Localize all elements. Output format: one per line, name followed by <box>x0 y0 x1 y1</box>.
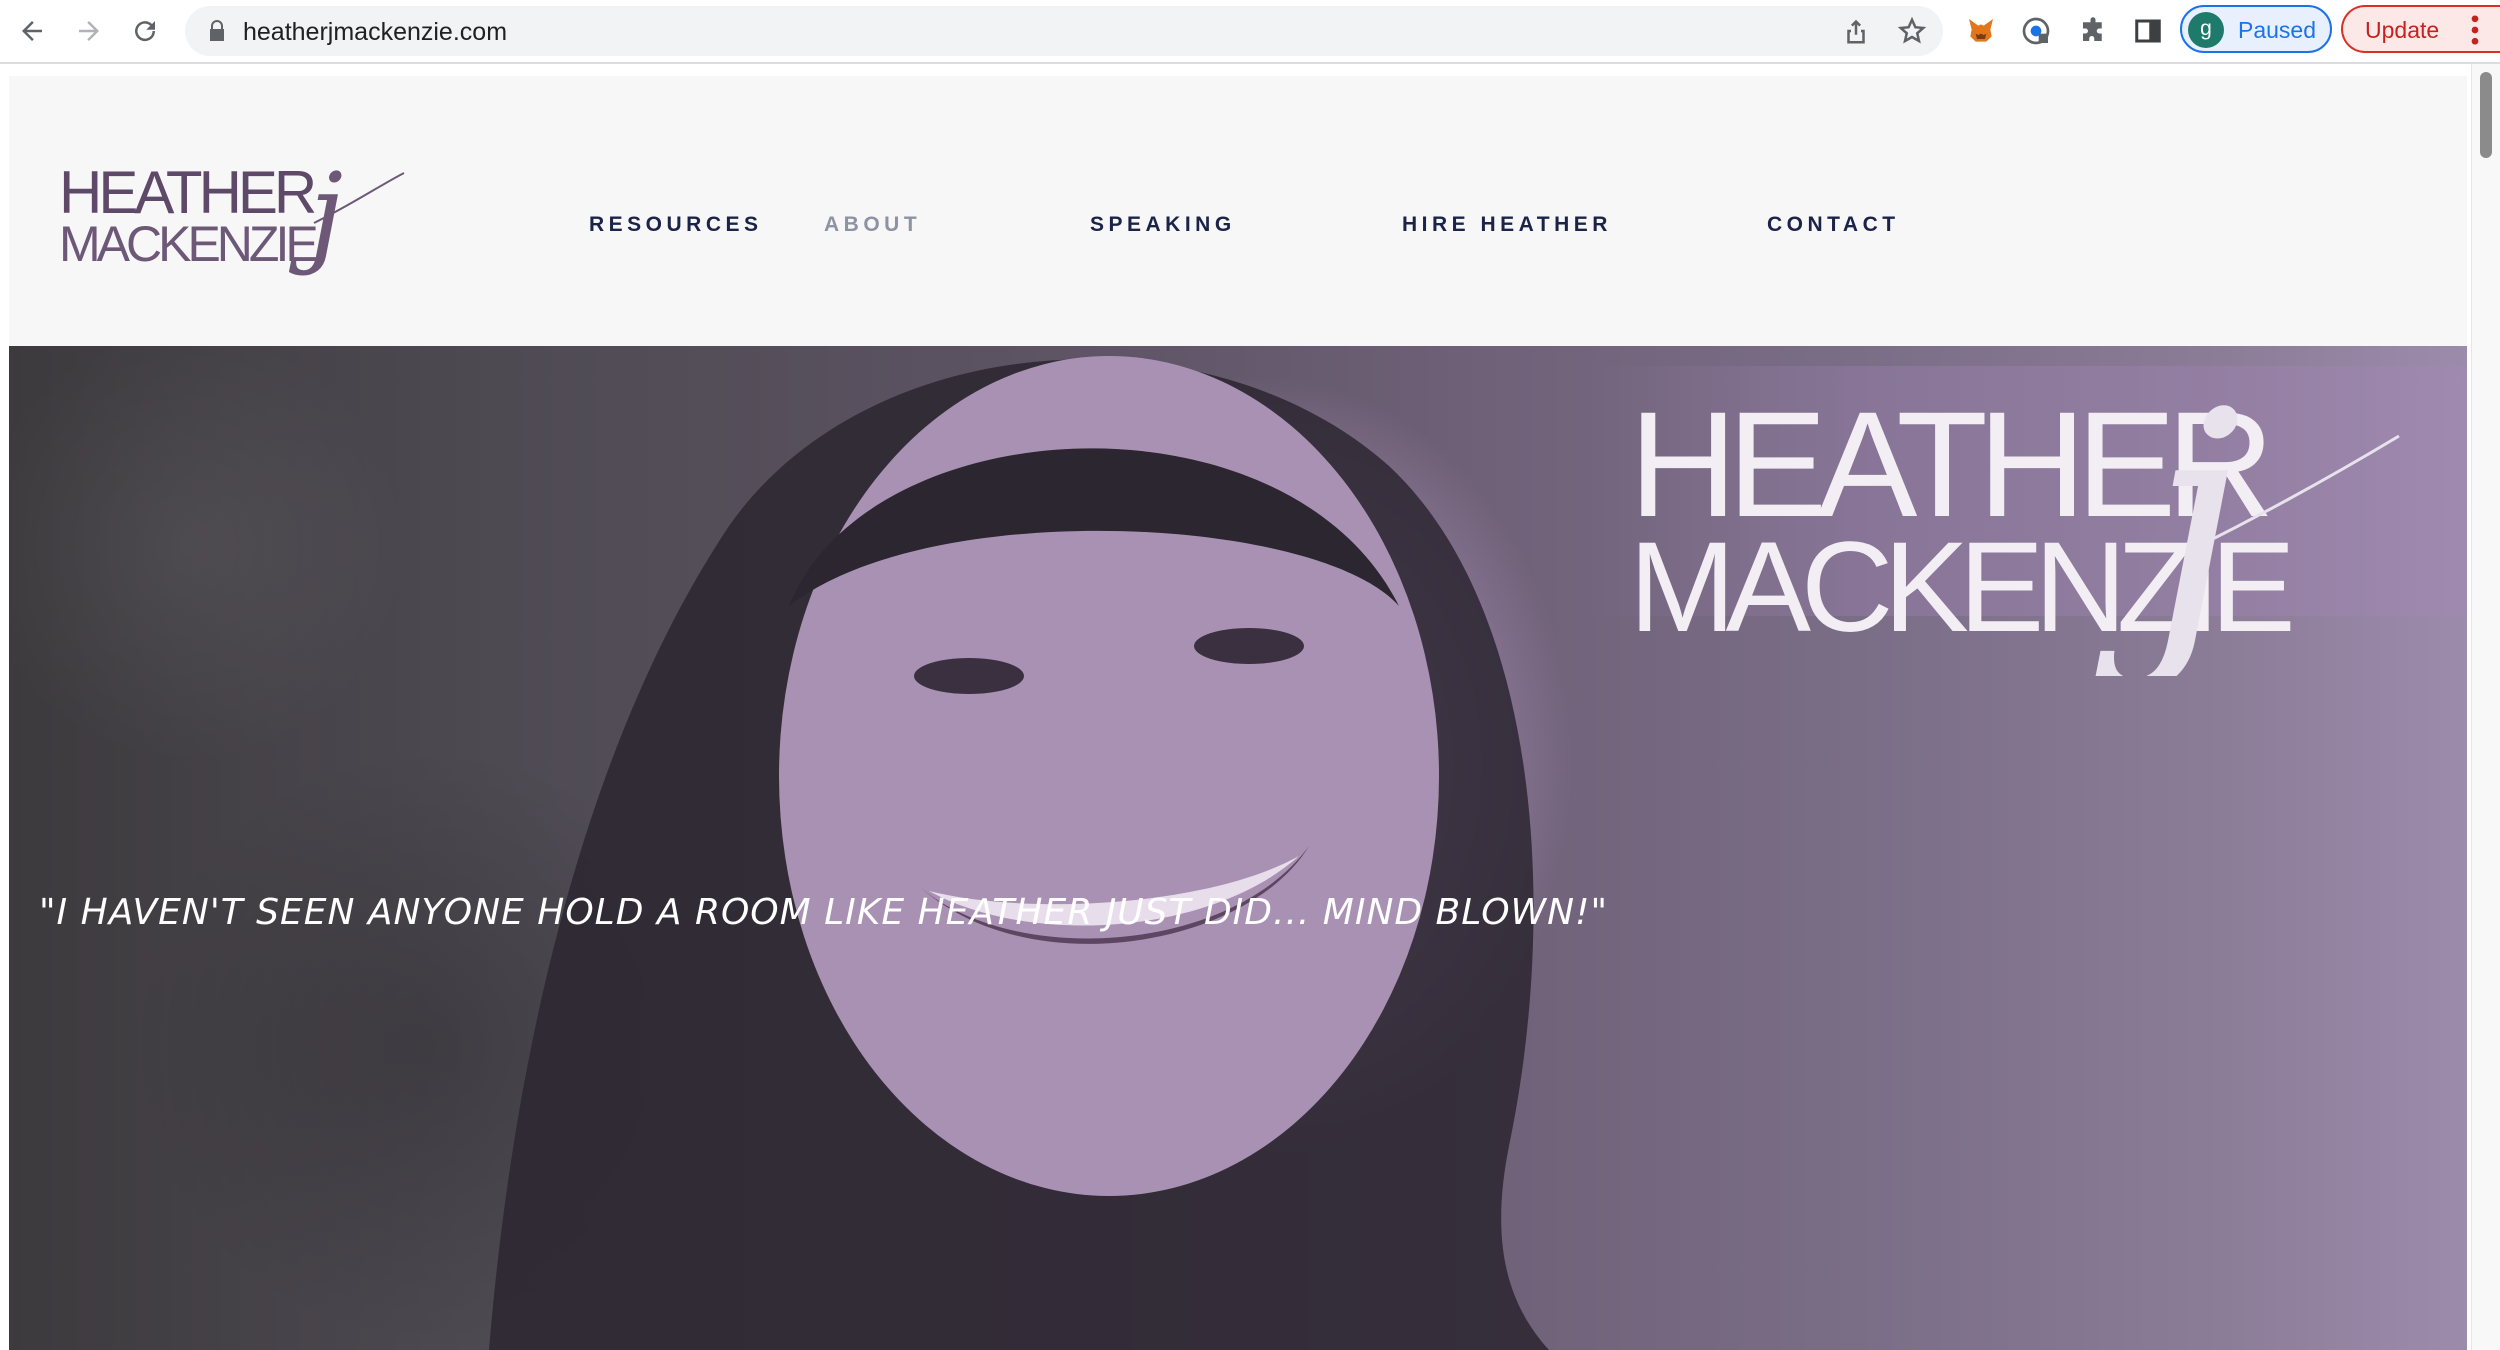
side-panel-icon[interactable] <box>2131 14 2165 48</box>
star-icon[interactable] <box>1897 16 1927 46</box>
profile-paused-button[interactable]: g Paused <box>2180 5 2332 53</box>
hero-logo: HEATHER MACKENZIE j <box>1629 348 2400 676</box>
update-label: Update <box>2365 17 2440 43</box>
address-bar[interactable]: heatherjmackenzie.com <box>185 6 1943 56</box>
back-button[interactable] <box>10 9 54 53</box>
forward-button[interactable] <box>67 9 111 53</box>
lock-icon <box>210 20 224 41</box>
puzzle-icon[interactable] <box>2076 14 2110 48</box>
scrollbar-thumb[interactable] <box>2480 72 2492 158</box>
back-icon <box>22 21 42 41</box>
reload-icon <box>135 21 156 42</box>
portrait-illustration <box>489 356 1549 1350</box>
nav-speaking[interactable]: SPEAKING <box>1090 213 1236 237</box>
nav-contact[interactable]: CONTACT <box>1767 213 1900 237</box>
logo-line2: MACKENZIE <box>59 216 317 272</box>
browser-toolbar: heatherjmackenzie.com g Paused Update <box>0 0 2500 64</box>
avatar: g <box>2188 12 2224 48</box>
share-icon[interactable] <box>1841 16 1871 46</box>
hero-banner: HEATHER MACKENZIE j "I HAVEN'T SEEN ANYO… <box>9 346 2467 1350</box>
nav-resources[interactable]: RESOURCES <box>589 213 763 237</box>
page-scrollbar[interactable] <box>2471 64 2500 1350</box>
extension-icon[interactable] <box>2019 14 2053 48</box>
nav-about[interactable]: ABOUT <box>824 213 921 237</box>
paused-label: Paused <box>2238 17 2317 43</box>
hero-testimonial-quote: "I HAVEN'T SEEN ANYONE HOLD A ROOM LIKE … <box>39 892 1609 933</box>
update-button[interactable]: Update <box>2341 5 2500 53</box>
metamask-icon[interactable] <box>1964 14 1998 48</box>
site-header: HEATHER MACKENZIE j RESOURCES ABOUT SPEA… <box>9 76 2467 346</box>
url-text[interactable]: heatherjmackenzie.com <box>243 18 507 47</box>
site-logo[interactable]: HEATHER MACKENZIE j <box>59 151 409 301</box>
page-viewport: HEATHER MACKENZIE j RESOURCES ABOUT SPEA… <box>0 64 2500 1350</box>
forward-icon <box>79 21 99 41</box>
menu-dots-icon <box>2471 15 2479 45</box>
nav-hire-heather[interactable]: HIRE HEATHER <box>1402 213 1612 237</box>
reload-button[interactable] <box>123 9 167 53</box>
